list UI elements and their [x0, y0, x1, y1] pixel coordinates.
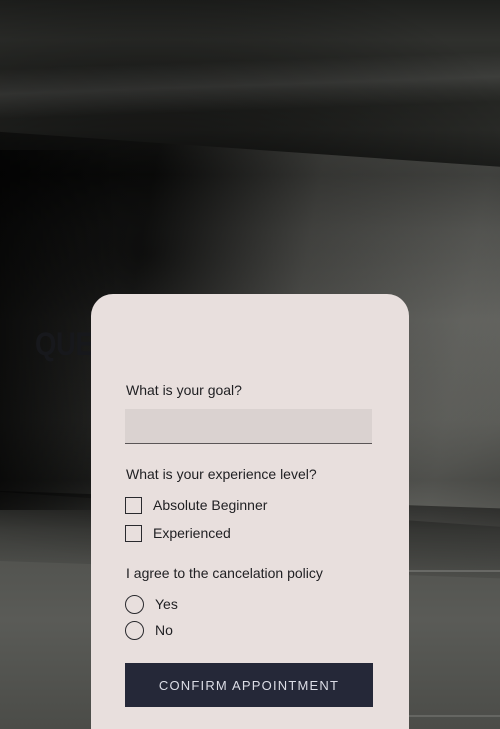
no-option-label: No: [155, 622, 173, 638]
experience-option-beginner[interactable]: Absolute Beginner: [125, 495, 267, 515]
goal-question-label: What is your goal?: [126, 382, 242, 398]
experienced-checkbox[interactable]: [125, 524, 142, 542]
yes-option-label: Yes: [155, 596, 178, 612]
yes-radio[interactable]: [125, 594, 144, 614]
no-radio[interactable]: [125, 620, 144, 640]
questionnaire-card: What is your goal? What is your experien…: [91, 294, 409, 729]
experience-question-label: What is your experience level?: [126, 466, 317, 482]
goal-input[interactable]: [125, 409, 372, 444]
policy-question-label: I agree to the cancelation policy: [126, 565, 323, 581]
policy-option-no[interactable]: No: [125, 620, 173, 640]
experience-option-experienced[interactable]: Experienced: [125, 523, 231, 543]
experienced-option-label: Experienced: [153, 525, 231, 541]
confirm-appointment-button[interactable]: CONFIRM APPOINTMENT: [125, 663, 373, 707]
beginner-checkbox[interactable]: [125, 496, 142, 514]
beginner-option-label: Absolute Beginner: [153, 497, 268, 513]
policy-option-yes[interactable]: Yes: [125, 594, 178, 614]
